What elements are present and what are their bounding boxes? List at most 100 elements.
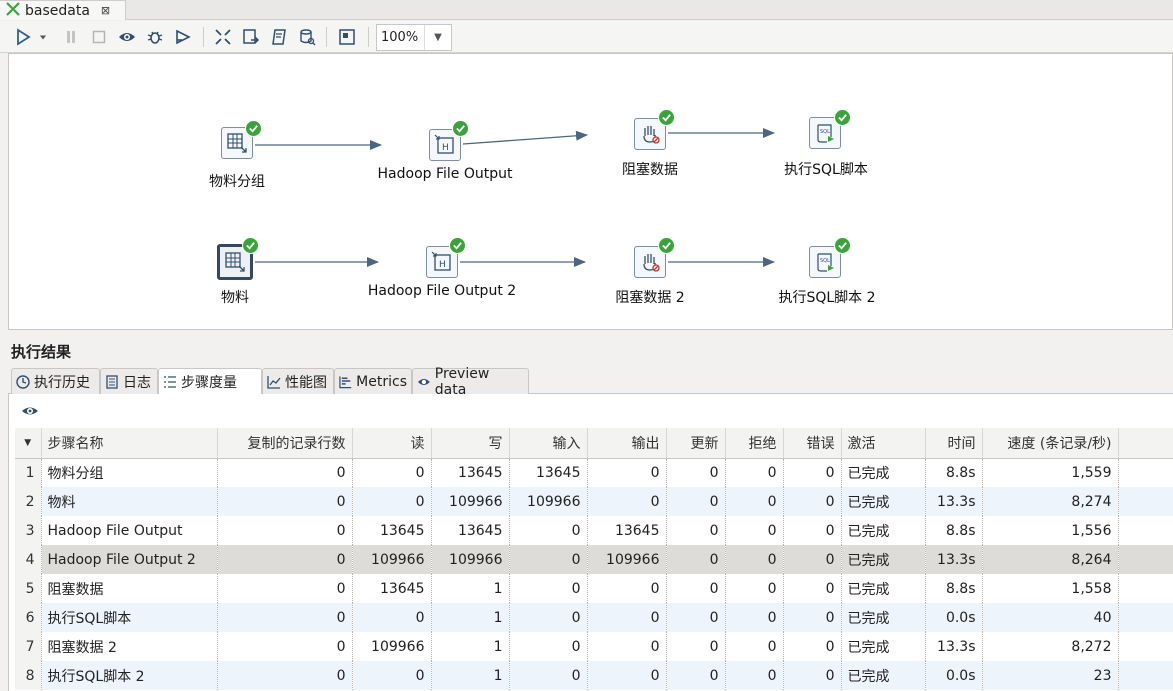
tab-execution-history[interactable]: 执行历史 [11,368,100,394]
cell-filler [1118,632,1173,661]
cell-error: 0 [783,574,842,603]
table-row[interactable]: 5 阻塞数据 0 13645 1 0 0 0 0 0 已完成 8.8s 1,558 [15,574,1173,603]
preview-eye-icon[interactable] [116,26,138,48]
cell-n: 1 [15,458,42,487]
tab-log[interactable]: 日志 [100,368,158,394]
col-step-name[interactable]: 步骤名称 [41,428,218,459]
database-explore-icon[interactable] [296,26,318,48]
close-icon[interactable]: ⊠ [101,4,110,17]
cell-read: 13645 [352,574,432,603]
cell-input: 0 [509,632,588,661]
debug-icon[interactable] [144,26,166,48]
cell-output: 0 [587,603,667,632]
cell-time: 0.0s [925,661,983,690]
cell-n: 5 [15,574,42,603]
col-reject[interactable]: 拒绝 [725,428,784,459]
success-check-icon [242,237,259,254]
zoom-select[interactable]: 100% ▼ [376,24,452,51]
cell-error: 0 [783,603,842,632]
col-update[interactable]: 更新 [666,428,726,459]
col-output[interactable]: 输出 [587,428,667,459]
replay-icon[interactable] [172,26,194,48]
col-time[interactable]: 时间 [925,428,983,459]
cell-output: 0 [587,458,667,487]
sql-script-icon: SQL [817,124,834,143]
sort-chevron-icon[interactable]: ▼ [15,428,42,459]
table-row[interactable]: 8 执行SQL脚本 2 0 0 1 0 0 0 0 0 已完成 0.0s 23 [15,661,1173,690]
col-read[interactable]: 读 [352,428,432,459]
cell-input: 0 [509,661,588,690]
cell-name: Hadoop File Output [41,516,218,545]
cell-input: 0 [509,603,588,632]
run-icon[interactable] [12,26,34,48]
cell-active: 已完成 [841,458,926,487]
tab-preview-data[interactable]: Preview data [412,366,529,398]
cell-speed: 8,272 [982,632,1119,661]
editor-tab-basedata[interactable]: basedata ⊠ [0,0,126,20]
cell-write: 109966 [431,487,510,516]
cell-error: 0 [783,632,842,661]
cell-reject: 0 [725,545,784,574]
tab-step-metrics[interactable]: 步骤度量 [158,368,262,395]
cell-input: 13645 [509,458,588,487]
cell-input: 0 [509,545,588,574]
cell-read: 0 [352,458,432,487]
metrics-icon [339,375,352,388]
success-check-icon [449,237,466,254]
col-speed[interactable]: 速度 (条记录/秒) [982,428,1119,459]
toolbar-separator [326,27,327,47]
cell-update: 0 [666,458,726,487]
results-tabs: 执行历史 日志 步骤度量 性能图 Metrics Preview data [8,366,1173,398]
cell-update: 0 [666,545,726,574]
cell-write: 1 [431,574,510,603]
table-row[interactable]: 7 阻塞数据 2 0 109966 1 0 0 0 0 0 已完成 13.3s 8,272 [15,632,1173,661]
table-row[interactable]: 4 Hadoop File Output 2 0 109966 109966 0 10996… [15,545,1173,574]
table-header: ▼ 步骤名称 复制的记录行数 读 写 输入 输出 更新 拒绝 错误 激活 时间 … [15,428,1173,459]
tab-performance-graph[interactable]: 性能图 [262,368,334,394]
stop-icon[interactable] [88,26,110,48]
cell-filler [1118,516,1173,545]
tab-metrics[interactable]: Metrics [334,368,412,394]
cell-reject: 0 [725,632,784,661]
col-input[interactable]: 输入 [509,428,588,459]
col-copies[interactable]: 复制的记录行数 [217,428,353,459]
blocking-step-icon [643,126,660,144]
sql-generate-icon[interactable] [268,26,290,48]
cell-active: 已完成 [841,632,926,661]
table-row[interactable]: 3 Hadoop File Output 0 13645 13645 0 13645 0 0 0 已… [15,516,1173,545]
run-options-chevron-icon[interactable] [36,26,50,48]
transformation-icon [6,1,20,20]
cell-time: 13.3s [925,487,983,516]
verify-icon[interactable] [212,26,234,48]
cell-name: 阻塞数据 2 [41,632,218,661]
transformation-canvas[interactable]: 物料分组 H Hadoop File Output 阻塞数据 SQL 执行SQL… [8,53,1173,330]
cell-copy: 0 [217,458,353,487]
cell-error: 0 [783,516,842,545]
col-write[interactable]: 写 [431,428,510,459]
success-check-icon [834,237,851,254]
table-row[interactable]: 1 物料分组 0 0 13645 13645 0 0 0 0 已完成 8.8s 1,559 [15,458,1173,487]
success-check-icon [245,120,262,137]
cell-write: 1 [431,632,510,661]
cell-n: 4 [15,545,42,574]
cell-output: 13645 [587,516,667,545]
col-error[interactable]: 错误 [783,428,842,459]
table-input-icon [225,252,245,272]
table-row[interactable]: 6 执行SQL脚本 0 0 1 0 0 0 0 0 已完成 0.0s 40 [15,603,1173,632]
cell-filler [1118,545,1173,574]
align-grid-icon[interactable] [336,26,358,48]
col-active[interactable]: 激活 [841,428,926,459]
toolbar-separator [203,27,204,47]
svg-text:H: H [442,143,449,153]
show-hide-eye-icon[interactable] [21,403,39,419]
cell-speed: 1,556 [982,516,1119,545]
svg-text:H: H [439,260,446,270]
chevron-down-icon[interactable]: ▼ [425,32,451,43]
table-row[interactable]: 2 物料 0 0 109966 109966 0 0 0 0 已完成 13.3s 8,274 [15,487,1173,516]
cell-read: 0 [352,487,432,516]
step-label: 执行SQL脚本 [784,162,868,178]
pause-icon[interactable] [60,26,82,48]
impact-analysis-icon[interactable] [240,26,262,48]
cell-write: 13645 [431,458,510,487]
cell-write: 13645 [431,516,510,545]
